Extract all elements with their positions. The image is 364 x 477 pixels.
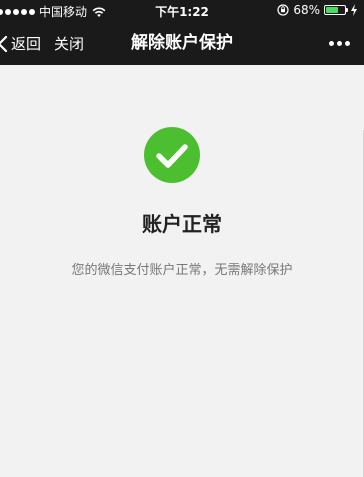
more-dots-icon[interactable] (329, 22, 350, 65)
rotation-lock-icon (277, 4, 289, 16)
nav-bar: 返回 关闭 解除账户保护 (0, 22, 364, 65)
page-title: 解除账户保护 (131, 33, 233, 53)
charging-bolt-icon (351, 4, 357, 16)
check-circle-icon (144, 127, 200, 183)
status-description: 您的微信支付账户正常，无需解除保护 (71, 263, 293, 278)
main-content: 账户正常 您的微信支付账户正常，无需解除保护 (0, 65, 364, 477)
status-bar: 中国移动 下午1:22 68% (0, 0, 364, 22)
status-title: 账户正常 (142, 212, 222, 236)
battery-fill (326, 7, 339, 13)
battery-percent: 68% (293, 3, 320, 17)
battery-icon (324, 5, 348, 15)
status-right: 68% (277, 3, 358, 17)
